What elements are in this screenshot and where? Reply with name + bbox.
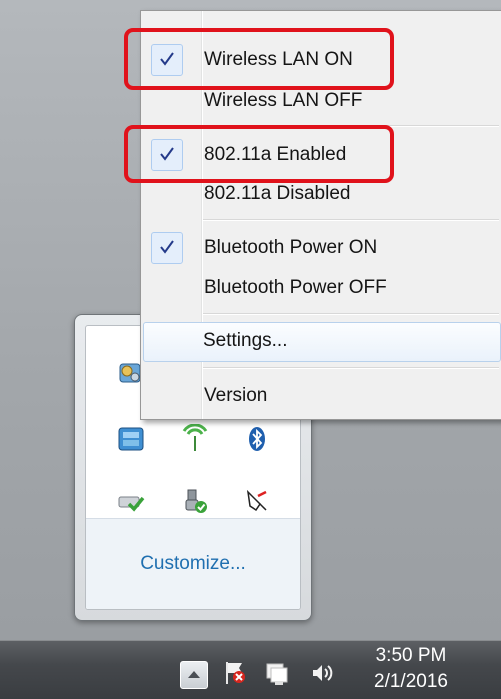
- bluetooth-icon[interactable]: [240, 422, 274, 456]
- menu-item-label: Bluetooth Power OFF: [204, 277, 387, 298]
- menu-item-bluetooth-power-off[interactable]: Bluetooth Power OFF: [143, 269, 501, 307]
- menu-item-settings[interactable]: Settings...: [143, 322, 501, 362]
- menu-separator: [203, 367, 499, 369]
- checkmark-icon: [151, 232, 183, 264]
- menu-separator: [203, 313, 499, 315]
- remote-access-icon[interactable]: [114, 422, 148, 456]
- menu-item-version[interactable]: Version: [143, 377, 501, 415]
- menu-item-label: Version: [204, 385, 268, 406]
- menu-item-label: Wireless LAN OFF: [204, 90, 363, 111]
- network-icon[interactable]: [262, 658, 292, 688]
- menu-item-bluetooth-power-on[interactable]: Bluetooth Power ON: [143, 229, 501, 267]
- menu-item-label: Settings...: [203, 330, 288, 351]
- system-clock[interactable]: 3:50 PM 2/1/2016: [356, 643, 466, 695]
- usb-safely-remove-icon[interactable]: [178, 484, 212, 518]
- menu-item-label: 802.11a Disabled: [204, 183, 351, 204]
- taskbar: 3:50 PM 2/1/2016: [0, 640, 501, 699]
- highlight-box-wireless-lan-on: [124, 28, 394, 90]
- customize-link[interactable]: Customize...: [86, 553, 300, 575]
- highlight-box-80211a-enabled: [124, 125, 394, 183]
- menu-separator: [203, 219, 499, 221]
- clock-date: 2/1/2016: [374, 671, 448, 692]
- show-hidden-icons-button[interactable]: [180, 661, 208, 689]
- action-center-flag-icon[interactable]: [220, 658, 250, 688]
- volume-icon[interactable]: [306, 658, 336, 688]
- clock-time: 3:50 PM: [375, 645, 447, 666]
- wireless-network-icon[interactable]: [178, 422, 212, 456]
- chevron-up-icon: [188, 671, 200, 678]
- network-check-icon[interactable]: [114, 484, 148, 518]
- customize-area: Customize...: [86, 518, 300, 609]
- menu-item-label: Bluetooth Power ON: [204, 237, 378, 258]
- pen-tablet-icon[interactable]: [240, 484, 274, 518]
